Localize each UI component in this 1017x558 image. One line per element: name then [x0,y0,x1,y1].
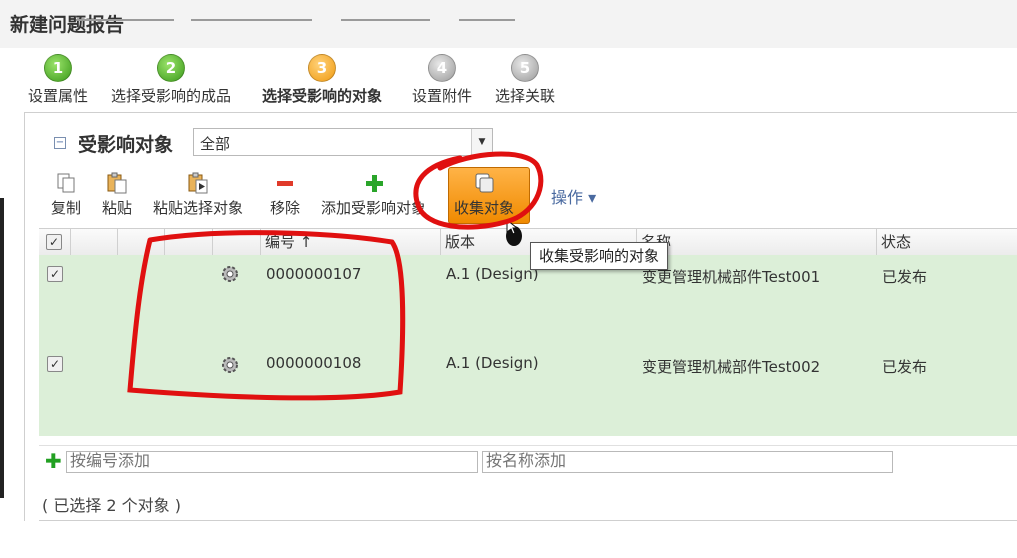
add-by-number-input[interactable] [66,451,478,473]
gear-icon[interactable] [219,354,241,380]
minus-icon [270,172,300,194]
row-name[interactable]: 变更管理机械部件Test001 [642,266,820,287]
panel-title: 受影响对象 [78,134,174,156]
step-number-icon: 2 [157,54,185,82]
filter-value: 全部 [200,135,231,153]
remove-button[interactable]: 移除 [270,172,300,218]
add-affected-button[interactable]: 添加受影响对象 [321,172,426,218]
column-number[interactable]: 编号 ↑ [261,229,441,255]
column-name[interactable]: 名称 [637,229,877,255]
step-label: 选择受影响的对象 [262,87,383,105]
collapse-toggle[interactable]: − [54,137,66,149]
collect-objects-button[interactable]: 收集对象 [454,172,514,218]
gear-icon[interactable] [219,263,241,289]
plus-icon [321,172,426,194]
row-status: 已发布 [882,358,928,376]
row-status: 已发布 [882,268,928,286]
copy-icon [51,172,81,194]
row-checkbox[interactable]: ✓ [47,356,63,372]
step-label: 设置附件 [412,87,473,105]
step-number-icon: 4 [428,54,456,82]
select-all-checkbox[interactable]: ✓ [46,234,62,250]
paste-selection-button[interactable]: 粘贴选择对象 [153,172,243,218]
row-number[interactable]: 0000000107 [266,265,361,283]
add-plus-icon[interactable]: ✚ [45,451,62,471]
row-version: A.1 (Design) [446,354,539,372]
wizard-step-3[interactable]: 3 选择受影响的对象 [262,54,382,106]
step-label: 设置属性 [28,87,89,105]
table-header: ✓ 编号 ↑ 版本 名称 状态 [39,228,1017,256]
copy-button[interactable]: 复制 [51,172,81,218]
wizard-step-5[interactable]: 5 选择关联 [495,54,555,106]
selection-status: ( 已选择 2 个对象 ) [42,496,182,515]
window-titlebar: 新建问题报告 [0,0,1017,49]
wizard-step-1[interactable]: 1 设置属性 [28,54,88,106]
filter-select[interactable]: 全部 ▼ [193,128,493,156]
row-name[interactable]: 变更管理机械部件Test002 [642,356,820,377]
step-label: 选择受影响的成品 [111,87,232,105]
step-number-icon: 1 [44,54,72,82]
collect-tooltip: 收集受影响的对象 [530,242,669,270]
column-status[interactable]: 状态 [877,229,1017,255]
step-number-icon: 3 [308,54,336,82]
step-label: 选择关联 [495,87,556,105]
window-title: 新建问题报告 [10,14,125,36]
add-by-name-input[interactable] [482,451,893,473]
paste-selection-icon [153,172,243,194]
dropdown-arrow-icon[interactable]: ▼ [471,129,492,155]
wizard-step-2[interactable]: 2 选择受影响的成品 [111,54,231,106]
row-number[interactable]: 0000000108 [266,354,361,372]
step-number-icon: 5 [511,54,539,82]
select-all-header[interactable]: ✓ [39,229,71,255]
paste-icon [102,172,132,194]
mouse-cursor-icon [506,218,522,246]
left-edge [0,48,6,558]
row-checkbox[interactable]: ✓ [47,266,63,282]
paste-button[interactable]: 粘贴 [102,172,132,218]
row-version: A.1 (Design) [446,265,539,283]
actions-menu[interactable]: 操作 ▾ [551,184,596,208]
wizard-step-4[interactable]: 4 设置附件 [412,54,472,106]
collect-icon [454,172,514,194]
